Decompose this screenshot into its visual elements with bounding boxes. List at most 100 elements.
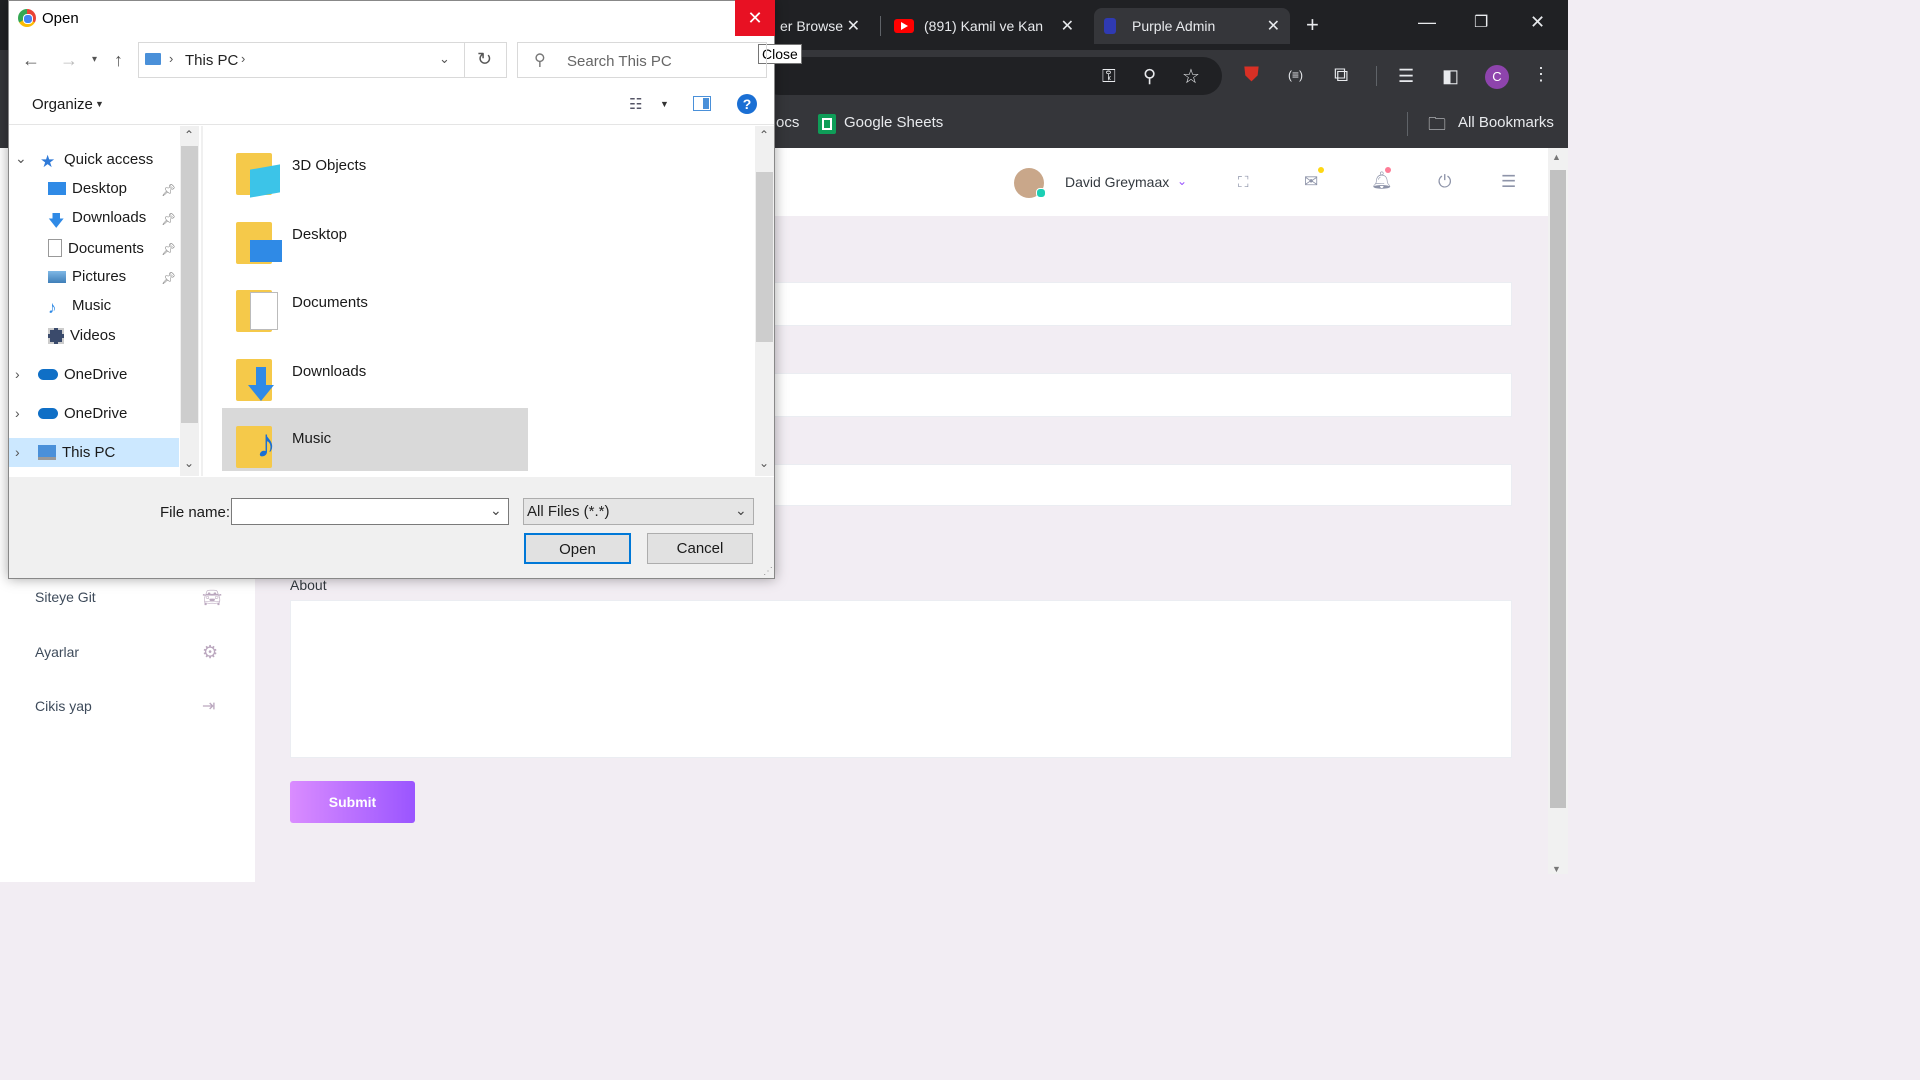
breadcrumb-this-pc[interactable]: This PC [185, 52, 238, 69]
all-bookmarks[interactable]: All Bookmarks [1458, 114, 1554, 131]
dialog-close-button[interactable]: ✕ [735, 0, 775, 36]
resize-grip-icon[interactable]: ⋰ [763, 566, 773, 577]
extension-icon[interactable]: (≡) [1288, 68, 1303, 82]
cancel-button[interactable]: Cancel [647, 533, 753, 564]
restore-icon[interactable]: ❐ [1474, 12, 1488, 32]
pin-icon[interactable]: 📌︎ [161, 242, 176, 256]
window-close-icon[interactable]: ✕ [1530, 12, 1545, 33]
file-item-desktop[interactable]: Desktop [222, 204, 528, 267]
collapsed-chevron-icon[interactable]: › [15, 444, 20, 460]
view-dropdown-icon[interactable]: ▼ [660, 99, 669, 109]
music-folder-icon: ♪ [236, 420, 282, 468]
view-options-icon[interactable]: ☷ [629, 95, 642, 113]
puzzle-extensions-icon[interactable]: ⧉ [1334, 64, 1348, 87]
file-item-downloads[interactable]: Downloads [222, 341, 528, 404]
address-dropdown-icon[interactable]: ⌄ [439, 51, 450, 67]
file-name-input[interactable]: ⌄ [231, 498, 509, 525]
password-key-icon[interactable]: ⚿ [1102, 66, 1116, 87]
bell-icon[interactable]: 🔔︎ [1371, 171, 1393, 191]
sidebar-item-ayarlar[interactable]: Ayarlar [35, 644, 79, 660]
sidebar-item-cikis-yap[interactable]: Cikis yap [35, 698, 92, 714]
bookmark-docs[interactable]: ocs [776, 114, 799, 131]
close-tab-icon[interactable]: ✕ [1061, 16, 1074, 36]
dialog-address-bar[interactable]: › This PC › ⌄ [138, 42, 465, 78]
tree-videos[interactable]: Videos [48, 327, 116, 344]
scroll-up-icon[interactable]: ⌃ [759, 128, 769, 142]
chevron-down-icon[interactable]: ⌄ [490, 502, 502, 519]
page-scrollbar-thumb[interactable] [1550, 170, 1566, 808]
fullscreen-icon[interactable]: ⛶ [1238, 174, 1249, 191]
tab-browser[interactable]: er Browse ✕ [770, 8, 870, 44]
refresh-button[interactable]: ↻ [465, 42, 507, 78]
organize-button[interactable]: Organize [32, 96, 93, 113]
file-type-select[interactable]: All Files (*.*) ⌄ [523, 498, 754, 525]
power-icon[interactable]: ⏻ [1438, 172, 1451, 192]
tab-youtube[interactable]: (891) Kamil ve Kan ✕ [884, 8, 1084, 44]
tree-pictures[interactable]: Pictures [48, 268, 126, 285]
settings-list-icon[interactable]: ☰ [1501, 172, 1516, 192]
tree-downloads[interactable]: 🡇 Downloads [48, 209, 146, 230]
chevron-down-icon[interactable]: ⌄ [1177, 174, 1187, 188]
scroll-down-icon[interactable]: ⌄ [759, 456, 769, 470]
tree-desktop[interactable]: Desktop [48, 180, 127, 197]
user-name[interactable]: David Greymaax [1065, 174, 1169, 190]
menu-kebab-icon[interactable]: ⋮ [1532, 64, 1550, 85]
sidebar-item-siteye-git[interactable]: Siteye Git [35, 589, 96, 605]
file-scrollbar-thumb[interactable] [756, 172, 773, 342]
up-arrow-icon[interactable]: ↑ [114, 50, 123, 71]
bookmark-google-sheets[interactable]: Google Sheets [844, 114, 943, 131]
close-tab-icon[interactable]: ✕ [847, 16, 860, 36]
tree-documents[interactable]: Documents [48, 239, 144, 257]
chevron-down-icon[interactable]: ⌄ [735, 502, 747, 519]
submit-button[interactable]: Submit [290, 781, 415, 823]
file-label: Music [292, 430, 332, 447]
scroll-down-icon[interactable]: ⌄ [184, 456, 194, 470]
tree-onedrive-1[interactable]: OneDrive [38, 366, 127, 383]
about-textarea[interactable] [290, 600, 1512, 758]
dialog-search-box[interactable]: ⚲ Search This PC [517, 42, 767, 78]
tree-quick-access[interactable]: ★ Quick access [40, 151, 153, 171]
forward-arrow-icon[interactable]: → [60, 50, 78, 71]
preview-pane-icon[interactable] [693, 96, 711, 111]
pin-icon[interactable]: 📌︎ [161, 183, 176, 197]
scroll-up-arrow-icon[interactable]: ▲ [1552, 152, 1561, 162]
scroll-up-icon[interactable]: ⌃ [184, 128, 194, 142]
minimize-icon[interactable]: — [1418, 12, 1436, 33]
help-icon[interactable]: ? [737, 94, 757, 114]
file-item-documents[interactable]: Documents [222, 272, 528, 335]
this-pc-icon [38, 445, 56, 460]
tree-label: Documents [68, 239, 144, 257]
recent-locations-chevron-icon[interactable]: ▾ [92, 54, 97, 65]
tree-this-pc[interactable]: This PC [38, 444, 115, 461]
expanded-chevron-icon[interactable]: ⌄ [15, 150, 27, 167]
nav-scrollbar-thumb[interactable] [181, 146, 198, 423]
pin-icon[interactable]: 📌︎ [161, 212, 176, 226]
profile-avatar[interactable]: C [1485, 65, 1509, 89]
new-tab-button[interactable]: + [1306, 12, 1319, 38]
scroll-down-arrow-icon[interactable]: ▼ [1552, 864, 1561, 874]
desktop-folder-icon [236, 216, 282, 264]
file-item-music[interactable]: ♪ Music [222, 408, 528, 471]
tab-purple-admin[interactable]: Purple Admin ✕ [1094, 8, 1290, 44]
breadcrumb-chevron-icon[interactable]: › [169, 51, 173, 66]
shield-extension-icon[interactable]: ⛊ [1244, 64, 1259, 87]
reading-list-icon[interactable]: ☰ [1398, 66, 1414, 87]
zoom-icon[interactable]: ⚲ [1143, 66, 1156, 87]
tree-onedrive-2[interactable]: OneDrive [38, 405, 127, 422]
collapsed-chevron-icon[interactable]: › [15, 405, 20, 421]
back-arrow-icon[interactable]: ← [22, 50, 40, 71]
file-item-3d-objects[interactable]: 3D Objects [222, 135, 528, 198]
user-avatar[interactable] [1014, 168, 1046, 198]
breadcrumb-chevron-icon[interactable]: › [241, 51, 245, 66]
bookmark-star-icon[interactable]: ☆ [1182, 64, 1200, 89]
open-button[interactable]: Open [524, 533, 631, 564]
organize-dropdown-icon[interactable]: ▼ [95, 99, 104, 109]
pane-splitter[interactable] [201, 126, 203, 476]
close-tab-icon[interactable]: ✕ [1267, 16, 1280, 36]
google-sheets-icon [818, 114, 836, 134]
tree-music[interactable]: ♪ Music [48, 297, 111, 317]
side-panel-icon[interactable]: ◧ [1442, 66, 1459, 87]
mail-icon[interactable]: ✉ [1304, 172, 1318, 192]
pin-icon[interactable]: 📌︎ [161, 271, 176, 285]
collapsed-chevron-icon[interactable]: › [15, 366, 20, 382]
